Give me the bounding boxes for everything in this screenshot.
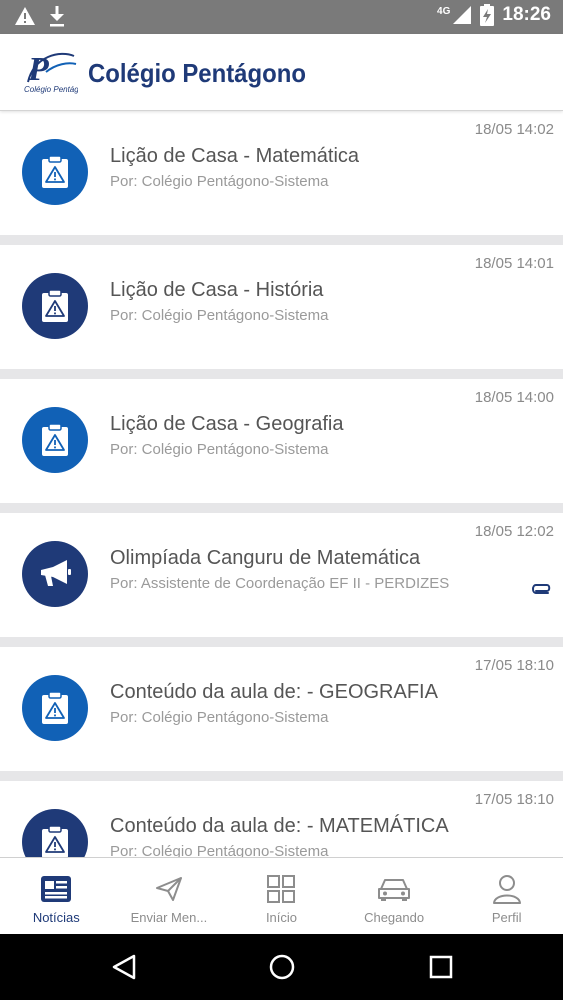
bottom-navigation: Notícias Enviar Men... Início Chegando P…	[0, 857, 563, 934]
news-item[interactable]: 18/05 14:01 Lição de Casa - História Por: …	[0, 245, 563, 369]
status-bar: 4G 18:26	[0, 0, 563, 34]
clock: 18:26	[502, 4, 551, 25]
recents-icon[interactable]	[428, 953, 454, 981]
send-icon	[155, 877, 182, 901]
nav-label: Início	[265, 910, 298, 925]
attachment-icon[interactable]	[531, 582, 553, 594]
back-icon[interactable]	[110, 953, 138, 981]
clipboard-warning-icon	[42, 155, 68, 188]
nav-inicio[interactable]: Início	[225, 858, 338, 934]
school-logo: P Colégio Pentágono	[22, 48, 93, 96]
nav-label: Enviar Men...	[130, 910, 208, 925]
news-date: 17/05 18:10	[474, 657, 554, 674]
svg-text:P: P	[27, 51, 49, 88]
news-author: Por: Assistente de Coordenação EF II - P…	[110, 575, 450, 592]
clipboard-warning-icon	[42, 825, 68, 857]
nav-label: Perfil	[491, 910, 522, 925]
news-icon	[41, 876, 72, 902]
news-title: Olimpíada Canguru de Matemática	[110, 547, 421, 569]
news-author: Por: Colégio Pentágono-Sistema	[110, 709, 329, 726]
news-author: Por: Colégio Pentágono-Sistema	[110, 173, 329, 190]
nav-label: Notícias	[32, 910, 80, 925]
signal-icon	[453, 6, 472, 24]
app-title: Colégio Pentágono	[88, 58, 306, 88]
news-avatar	[22, 139, 88, 205]
app-bar: P Colégio Pentágono Colégio Pentágono	[0, 34, 563, 111]
nav-label: Chegando	[364, 910, 425, 925]
person-icon	[492, 875, 521, 904]
nav-enviar-mensagem[interactable]: Enviar Men...	[113, 858, 226, 934]
megaphone-icon	[41, 560, 71, 586]
home-icon[interactable]	[268, 953, 296, 981]
news-title: Conteúdo da aula de: - MATEMÁTICA	[110, 815, 449, 837]
clipboard-warning-icon	[42, 423, 68, 456]
news-title: Lição de Casa - Geografia	[110, 413, 344, 435]
grid-icon	[267, 875, 296, 903]
news-title: Conteúdo da aula de: - GEOGRAFIA	[110, 681, 438, 703]
svg-text:Colégio Pentágono: Colégio Pentágono	[24, 85, 78, 94]
news-avatar	[22, 273, 88, 339]
news-item[interactable]: 18/05 14:00 Lição de Casa - Geografia Por:…	[0, 379, 563, 503]
news-avatar	[22, 541, 88, 607]
news-date: 18/05 14:02	[474, 121, 554, 138]
news-item[interactable]: 17/05 18:10 Conteúdo da aula de: - GEOGRA…	[0, 647, 563, 771]
news-author: Por: Colégio Pentágono-Sistema	[110, 441, 329, 458]
network-type: 4G	[437, 5, 451, 17]
clipboard-warning-icon	[42, 289, 68, 322]
news-title: Lição de Casa - História	[110, 279, 324, 301]
news-item[interactable]: 17/05 18:10 Conteúdo da aula de: - MATEMÁ…	[0, 781, 563, 857]
news-author: Por: Colégio Pentágono-Sistema	[110, 843, 329, 857]
news-date: 17/05 18:10	[474, 791, 554, 808]
system-navigation-bar	[0, 934, 563, 1000]
clipboard-warning-icon	[42, 691, 68, 724]
news-item[interactable]: 18/05 12:02 Olimpíada Canguru de Matemáti…	[0, 513, 563, 637]
nav-noticias[interactable]: Notícias	[0, 858, 113, 934]
news-date: 18/05 14:00	[474, 389, 554, 406]
nav-perfil[interactable]: Perfil	[450, 858, 563, 934]
news-avatar	[22, 809, 88, 857]
car-icon	[378, 879, 411, 901]
warning-icon	[15, 7, 35, 25]
news-date: 18/05 14:01	[474, 255, 554, 272]
news-item[interactable]: 18/05 14:02 Lição de Casa - Matemática Por…	[0, 111, 563, 235]
news-author: Por: Colégio Pentágono-Sistema	[110, 307, 329, 324]
news-title: Lição de Casa - Matemática	[110, 145, 360, 167]
news-avatar	[22, 675, 88, 741]
battery-icon	[480, 4, 495, 26]
news-avatar	[22, 407, 88, 473]
news-date: 18/05 12:02	[474, 523, 554, 540]
download-icon	[50, 6, 64, 27]
news-feed[interactable]: 18/05 14:02 Lição de Casa - Matemática Por…	[0, 111, 563, 857]
nav-chegando[interactable]: Chegando	[338, 858, 451, 934]
